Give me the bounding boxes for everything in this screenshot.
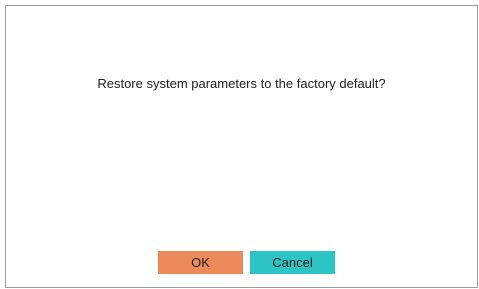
- restore-defaults-dialog: Restore system parameters to the factory…: [5, 5, 478, 288]
- cancel-button[interactable]: Cancel: [250, 251, 335, 274]
- ok-button[interactable]: OK: [158, 251, 243, 274]
- dialog-message: Restore system parameters to the factory…: [97, 76, 386, 91]
